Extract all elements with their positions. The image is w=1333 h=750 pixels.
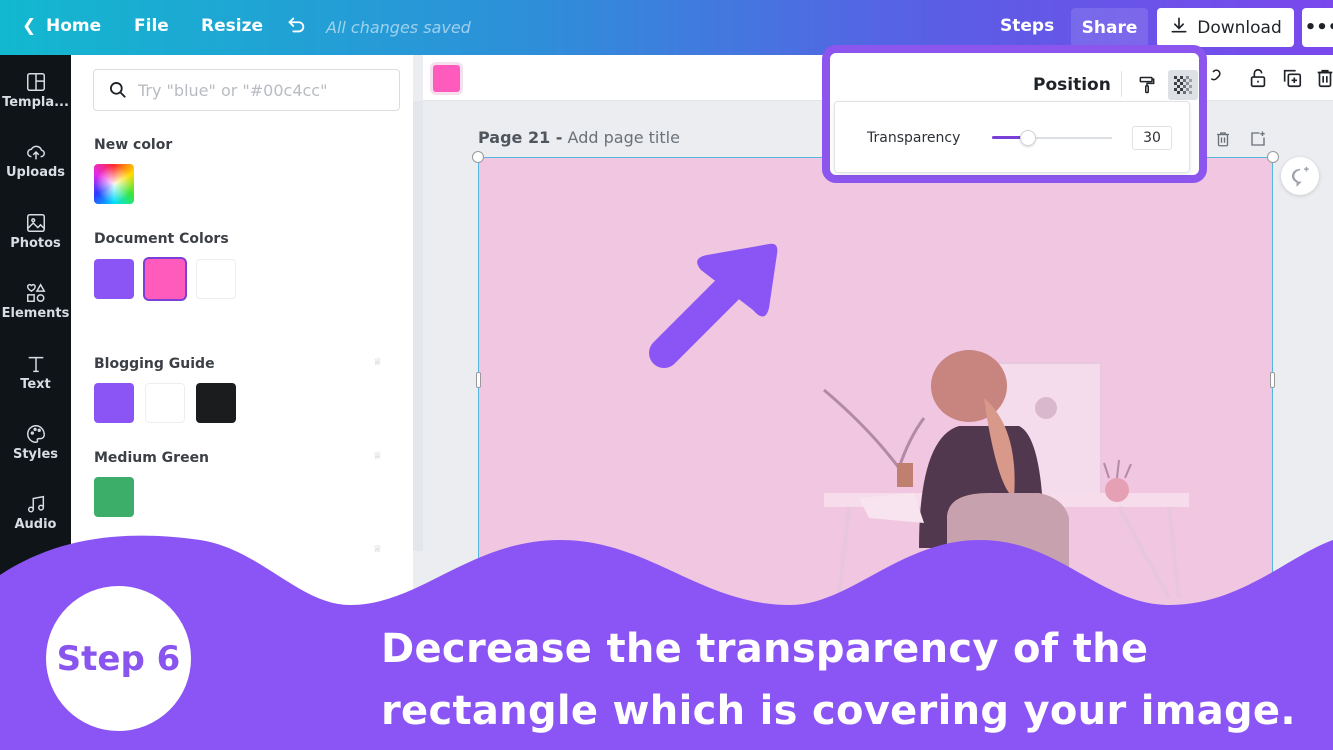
position-button[interactable]: Position [1033, 75, 1111, 95]
shapes-icon [26, 283, 46, 302]
document-colors-title: Document Colors [94, 231, 229, 247]
element-toolbar: Position [830, 53, 1199, 103]
vase [1105, 478, 1129, 502]
duplicate-icon[interactable] [1281, 66, 1303, 94]
rail-label: Text [20, 377, 51, 392]
share-label: Share [1081, 17, 1138, 38]
share-button[interactable]: Share [1071, 8, 1148, 47]
templates-icon [26, 73, 45, 91]
document-color-swatch-selected[interactable] [145, 259, 185, 299]
transparency-value-input[interactable]: 30 [1132, 126, 1172, 150]
rail-item-photos[interactable]: Photos [0, 212, 71, 251]
rail-item-templates[interactable]: Templa... [0, 71, 71, 110]
step-badge: Step 6 [46, 586, 191, 731]
delete-icon[interactable] [1314, 66, 1333, 94]
panel-scrollbar[interactable] [413, 101, 423, 551]
new-color-title: New color [94, 137, 173, 153]
transparency-popup: Transparency 30 [834, 101, 1190, 173]
slider-knob[interactable] [1020, 130, 1036, 146]
screen: ❮ Home File Resize All changes saved Ste… [0, 0, 1333, 750]
toolbar-divider [1121, 71, 1122, 97]
arrow-graphic [649, 243, 778, 368]
resize-handle-top-right[interactable] [1267, 151, 1279, 163]
page-number: Page 21 - [478, 128, 563, 147]
more-icon: ••• [1304, 17, 1333, 38]
color-search-input[interactable] [138, 80, 378, 100]
upload-cloud-icon [26, 145, 45, 160]
palette-color-swatch[interactable] [94, 477, 134, 517]
transparency-button[interactable] [1168, 70, 1198, 100]
rail-item-audio[interactable]: Audio [0, 493, 71, 532]
rail-label: Elements [1, 306, 70, 321]
rail-label: Templa... [2, 95, 69, 110]
rail-label: Uploads [5, 165, 66, 180]
lock-icon[interactable] [1247, 66, 1269, 94]
paint-roller-icon[interactable] [1137, 73, 1157, 101]
music-note-icon [27, 495, 44, 513]
transparency-slider[interactable] [992, 130, 1112, 146]
rail-item-styles[interactable]: Styles [0, 423, 71, 462]
photo-icon [26, 214, 45, 232]
rail-label: Photos [10, 236, 61, 251]
undo-icon[interactable] [285, 14, 307, 40]
palette-title: Blogging Guide [94, 356, 215, 372]
transparency-label: Transparency [867, 130, 961, 146]
save-status: All changes saved [326, 18, 471, 37]
document-color-swatch[interactable] [94, 259, 134, 299]
text-icon [28, 356, 43, 373]
delete-page-icon[interactable] [1214, 130, 1232, 152]
comment-plus-icon [1292, 166, 1309, 187]
new-color-swatch[interactable] [94, 164, 134, 204]
resize-handle-left[interactable] [476, 372, 481, 388]
palette-icon [26, 425, 45, 443]
rail-item-text[interactable]: Text [0, 353, 71, 392]
add-page-icon[interactable] [1249, 130, 1267, 152]
highlight-box: Position Transparency 30 [822, 45, 1207, 183]
download-label: Download [1197, 17, 1282, 38]
download-icon [1169, 15, 1189, 40]
palette-title: Medium Green [94, 450, 210, 466]
rail-item-elements[interactable]: Elements [0, 282, 71, 321]
add-comment-button[interactable] [1281, 157, 1319, 195]
instruction-text: Decrease the transparency of the rectang… [381, 626, 1296, 734]
file-menu[interactable]: File [134, 16, 169, 36]
resize-handle-right[interactable] [1270, 372, 1275, 388]
steps-button[interactable]: Steps [1000, 16, 1054, 36]
search-icon [110, 82, 126, 98]
color-search[interactable] [93, 69, 400, 111]
document-color-swatch[interactable] [196, 259, 236, 299]
frame-art [1035, 397, 1057, 419]
palette-color-swatch[interactable] [145, 383, 185, 423]
palette-color-swatch[interactable] [94, 383, 134, 423]
home-link[interactable]: Home [46, 16, 101, 36]
resize-handle-top-left[interactable] [472, 151, 484, 163]
rail-label: Audio [14, 517, 57, 532]
page-title-input[interactable]: Add page title [568, 128, 680, 147]
plant [823, 388, 926, 469]
step-label: Step 6 [56, 638, 181, 679]
palette-color-swatch[interactable] [196, 383, 236, 423]
checkerboard-icon [1174, 76, 1192, 94]
more-options-button[interactable]: ••• [1302, 8, 1333, 47]
chevron-left-icon[interactable]: ❮ [22, 16, 36, 36]
rail-label: Styles [12, 447, 59, 462]
crown-icon: ♕ [373, 451, 382, 462]
crown-icon: ♕ [373, 357, 382, 368]
rail-item-uploads[interactable]: Uploads [0, 141, 71, 180]
resize-menu[interactable]: Resize [201, 16, 263, 36]
page-label: Page 21 - Add page title [478, 128, 680, 147]
download-button[interactable]: Download [1157, 8, 1294, 47]
fill-color-button[interactable] [433, 65, 460, 92]
